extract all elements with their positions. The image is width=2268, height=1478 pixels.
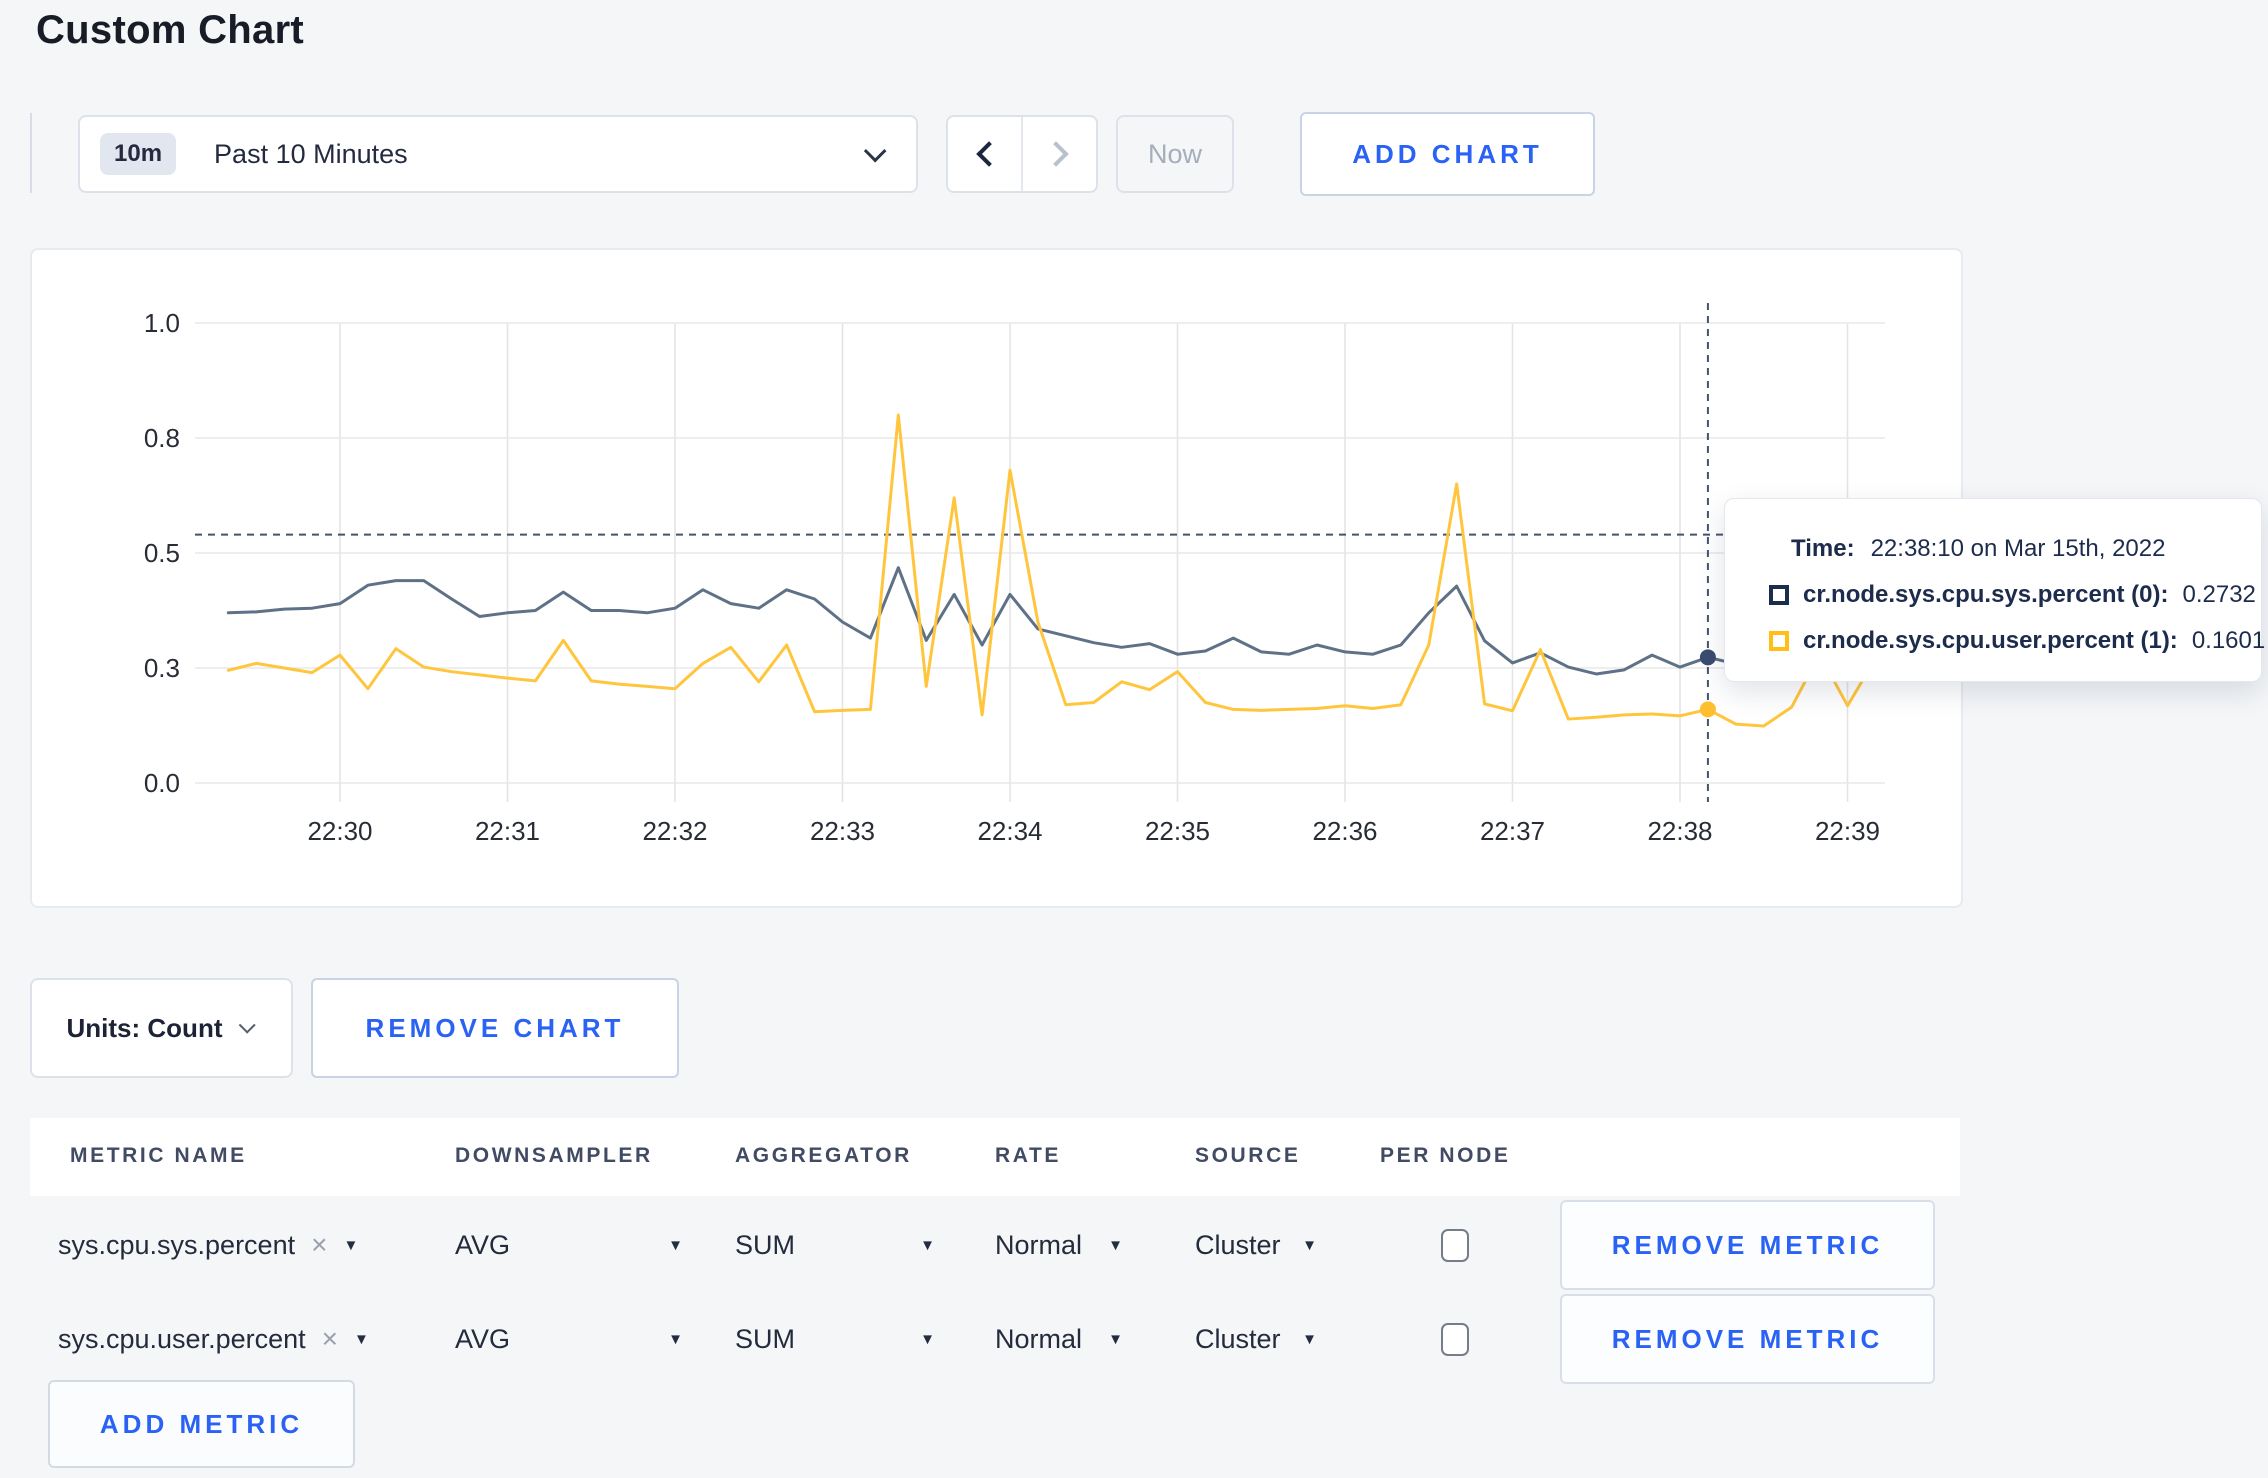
tooltip-time-row: Time: 22:38:10 on Mar 15th, 2022 <box>1769 529 2261 569</box>
remove-metric-button[interactable]: REMOVE METRIC <box>1560 1294 1935 1384</box>
y-tick-label: 0.0 <box>144 768 180 798</box>
rate-select[interactable]: Normal ▼ <box>995 1198 1123 1292</box>
series-line <box>226 413 1877 728</box>
metric-name-label: sys.cpu.sys.percent <box>58 1229 296 1260</box>
x-tick-label: 22:35 <box>1145 816 1210 846</box>
chart-tooltip: Time: 22:38:10 on Mar 15th, 2022 cr.node… <box>1724 498 2265 682</box>
header-downsampler: DOWNSAMPLER <box>455 1144 653 1167</box>
clear-metric-icon[interactable]: × <box>309 1231 329 1259</box>
x-tick-label: 22:36 <box>1312 816 1377 846</box>
tooltip-series-value: 0.1601 <box>2191 627 2266 654</box>
per-node-checkbox[interactable] <box>1441 1322 1469 1356</box>
series-swatch-icon <box>1769 631 1789 651</box>
time-range-badge: 10m <box>100 133 177 175</box>
remove-metric-button[interactable]: REMOVE METRIC <box>1560 1200 1935 1290</box>
metric-name-select[interactable]: sys.cpu.user.percent × ▼ <box>58 1292 418 1386</box>
y-tick-label: 0.5 <box>144 538 180 568</box>
chevron-right-icon <box>1042 141 1069 167</box>
x-tick-label: 22:37 <box>1480 816 1545 846</box>
rate-value: Normal <box>995 1229 1083 1260</box>
caret-down-icon: ▼ <box>1302 1330 1317 1348</box>
caret-down-icon: ▼ <box>668 1236 683 1254</box>
units-label: Units: Count <box>66 1012 223 1043</box>
y-tick-label: 1.0 <box>144 308 180 338</box>
caret-down-icon: ▼ <box>668 1330 683 1348</box>
x-tick-label: 22:33 <box>810 816 875 846</box>
x-tick-label: 22:30 <box>307 816 372 846</box>
remove-chart-button[interactable]: REMOVE CHART <box>311 978 679 1078</box>
header-source: SOURCE <box>1195 1144 1301 1167</box>
time-nav-group <box>946 115 1098 193</box>
x-tick-label: 22:32 <box>642 816 707 846</box>
chevron-down-icon <box>239 1016 257 1034</box>
now-button[interactable]: Now <box>1116 115 1234 193</box>
per-node-cell <box>1425 1198 1485 1292</box>
caret-down-icon: ▼ <box>354 1330 369 1348</box>
metric-row: sys.cpu.sys.percent × ▼ AVG ▼ SUM ▼ Norm… <box>30 1198 1960 1292</box>
header-metric-name: METRIC NAME <box>70 1144 247 1167</box>
series-line <box>226 566 1877 676</box>
header-per-node: PER NODE <box>1380 1144 1511 1167</box>
downsampler-select[interactable]: AVG ▼ <box>455 1198 683 1292</box>
rate-select[interactable]: Normal ▼ <box>995 1292 1123 1386</box>
caret-down-icon: ▼ <box>1108 1330 1123 1348</box>
aggregator-select[interactable]: SUM ▼ <box>735 1292 935 1386</box>
x-tick-label: 22:31 <box>475 816 540 846</box>
caret-down-icon: ▼ <box>1302 1236 1317 1254</box>
units-select[interactable]: Units: Count <box>30 978 293 1078</box>
add-metric-button[interactable]: ADD METRIC <box>48 1380 355 1468</box>
metrics-table-header: METRIC NAME DOWNSAMPLER AGGREGATOR RATE … <box>30 1118 1960 1196</box>
prev-range-button[interactable] <box>948 117 1021 191</box>
next-range-button[interactable] <box>1021 117 1096 191</box>
tooltip-series-label: cr.node.sys.cpu.sys.percent (0): <box>1803 581 2169 608</box>
chevron-left-icon <box>975 141 1002 167</box>
metric-name-label: sys.cpu.user.percent <box>58 1323 306 1354</box>
tooltip-series-label: cr.node.sys.cpu.user.percent (1): <box>1803 627 2178 654</box>
tooltip-series-row: cr.node.sys.cpu.user.percent (1): 0.1601 <box>1769 621 2265 661</box>
source-select[interactable]: Cluster ▼ <box>1195 1198 1317 1292</box>
y-tick-label: 0.8 <box>144 423 180 453</box>
x-tick-label: 22:38 <box>1647 816 1712 846</box>
aggregator-select[interactable]: SUM ▼ <box>735 1198 935 1292</box>
downsampler-select[interactable]: AVG ▼ <box>455 1292 683 1386</box>
chart-card: 22:30 22:31 22:32 22:33 22:34 22:35 22:36 22:37… <box>30 248 1963 908</box>
header-aggregator: AGGREGATOR <box>735 1144 912 1167</box>
caret-down-icon: ▼ <box>1108 1236 1123 1254</box>
hover-point-dot <box>1699 649 1716 666</box>
aggregator-value: SUM <box>735 1229 795 1260</box>
x-tick-label: 22:39 <box>1815 816 1880 846</box>
metric-name-select[interactable]: sys.cpu.sys.percent × ▼ <box>58 1198 418 1292</box>
x-tick-label: 22:34 <box>977 816 1042 846</box>
rate-value: Normal <box>995 1323 1083 1354</box>
aggregator-value: SUM <box>735 1323 795 1354</box>
caret-down-icon: ▼ <box>920 1330 935 1348</box>
y-tick-label: 0.3 <box>144 653 180 683</box>
header-rate: RATE <box>995 1144 1062 1167</box>
source-select[interactable]: Cluster ▼ <box>1195 1292 1317 1386</box>
per-node-checkbox[interactable] <box>1441 1228 1469 1262</box>
tooltip-time-label: Time: <box>1791 535 1855 562</box>
custom-chart-page: { "page": { "title": "Custom Chart", "ba… <box>0 0 2268 1478</box>
time-range-select[interactable]: 10m Past 10 Minutes <box>78 115 918 193</box>
tooltip-series-row: cr.node.sys.cpu.sys.percent (0): 0.2732 <box>1769 575 2261 615</box>
toolbar-divider <box>30 113 32 193</box>
time-range-label: Past 10 Minutes <box>214 138 408 169</box>
downsampler-value: AVG <box>455 1229 511 1260</box>
clear-metric-icon[interactable]: × <box>320 1325 340 1353</box>
tooltip-series-value: 0.2732 <box>2182 581 2256 608</box>
source-value: Cluster <box>1195 1229 1281 1260</box>
timeseries-chart[interactable]: 22:30 22:31 22:32 22:33 22:34 22:35 22:36 22:37… <box>32 250 1961 906</box>
add-chart-button[interactable]: ADD CHART <box>1300 112 1595 196</box>
metric-row: sys.cpu.user.percent × ▼ AVG ▼ SUM ▼ Nor… <box>30 1292 1960 1386</box>
series-swatch-icon <box>1769 585 1789 605</box>
hover-point-dot <box>1699 701 1716 718</box>
source-value: Cluster <box>1195 1323 1281 1354</box>
tooltip-time-value: 22:38:10 on Mar 15th, 2022 <box>1870 535 2166 562</box>
caret-down-icon: ▼ <box>920 1236 935 1254</box>
page-title: Custom Chart <box>36 8 305 52</box>
caret-down-icon: ▼ <box>343 1236 359 1254</box>
downsampler-value: AVG <box>455 1323 511 1354</box>
per-node-cell <box>1425 1292 1485 1386</box>
